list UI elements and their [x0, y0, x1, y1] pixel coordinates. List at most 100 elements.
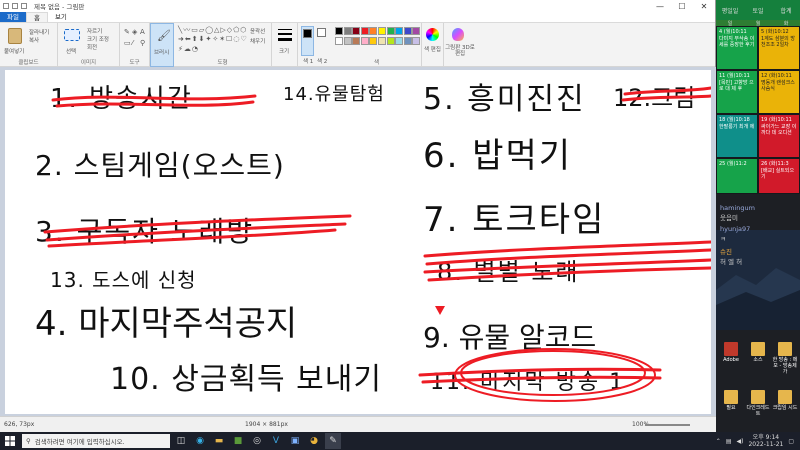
strike-line	[55, 100, 255, 108]
select-icon[interactable]	[64, 29, 80, 41]
calendar-cell[interactable]: 19 (화)10:11 싸이가느 교장 이 까다 데 오디션	[758, 114, 800, 158]
calendar-cell[interactable]: 12 (화)10:11 명동개 랜섬크스 사슴식	[758, 70, 800, 114]
cut-button[interactable]: 잘라내기	[29, 28, 49, 36]
outline-button[interactable]: 윤곽선	[250, 27, 265, 35]
start-button[interactable]	[0, 432, 20, 450]
explorer-icon[interactable]: ▬	[211, 433, 227, 449]
palette-swatch[interactable]	[378, 27, 386, 35]
palette-swatch[interactable]	[386, 27, 395, 35]
taskbar-search[interactable]: ⚲ 검색하려면 여기에 입력하십시오.	[22, 434, 170, 448]
paste-button[interactable]: 붙여넣기	[4, 47, 24, 55]
color1-button[interactable]	[301, 26, 314, 56]
desktop-icon[interactable]: 소스	[745, 342, 771, 363]
picker-icon[interactable]: ⁄	[132, 39, 133, 47]
resize-button[interactable]: 크기 조정	[87, 35, 109, 43]
paint3d-button: 그림판 3D로 편집	[445, 45, 475, 57]
palette-swatch[interactable]	[352, 37, 361, 45]
palette-swatch[interactable]	[352, 27, 361, 35]
network-icon[interactable]: ▤	[726, 438, 732, 445]
palette-swatch[interactable]	[412, 37, 421, 45]
adobe-icon	[724, 342, 738, 356]
palette-swatch[interactable]	[335, 27, 343, 35]
cal-date: 12 (화)10:11	[761, 73, 792, 79]
volume-icon[interactable]: ◀)	[736, 438, 743, 445]
calendar-cell[interactable]: 18 (월)10:18 한팔롱기 최개 에	[716, 114, 758, 158]
shapes-gallery-row3-icon[interactable]: ⚡☁◔	[178, 45, 199, 53]
notifications-icon[interactable]: ▢	[788, 438, 794, 445]
windows-icon	[5, 436, 15, 446]
palette-swatch[interactable]	[335, 37, 343, 45]
desktop-icon[interactable]: 다인크레드트	[745, 390, 771, 417]
brush-icon: 🖌	[157, 29, 171, 42]
folder-icon	[778, 390, 792, 404]
minimize-icon[interactable]: —	[649, 2, 671, 11]
calendar-cell[interactable]: 11 (월)10:11 [목민] 고향방 으로 대 제 후	[716, 70, 758, 114]
calendar-cell[interactable]: 5 (화)10:12 1계도 삼분의 방 천조조 2일차	[758, 26, 800, 70]
fill-icon[interactable]: ◈	[132, 28, 137, 36]
clock[interactable]: 오후 9:14 2022-11-21	[748, 434, 783, 448]
shapes-gallery-icon[interactable]: ╲〰▭▱◯△▷◇⬠⬡	[178, 25, 247, 35]
palette-swatch[interactable]	[412, 27, 421, 35]
redo-icon[interactable]	[21, 3, 27, 9]
tab-file[interactable]: 파일	[0, 12, 26, 22]
text-icon[interactable]: A	[140, 28, 145, 36]
palette-swatch[interactable]	[403, 27, 412, 35]
color2-swatch[interactable]	[317, 28, 326, 37]
palette-swatch[interactable]	[403, 37, 412, 45]
zoom-slider[interactable]	[645, 424, 690, 426]
app-icon[interactable]: ▣	[287, 433, 303, 449]
maximize-icon[interactable]: ☐	[671, 2, 693, 11]
magnifier-icon[interactable]: ⚲	[140, 39, 145, 47]
fill-button[interactable]: 채우기	[250, 37, 265, 45]
desktop-icon[interactable]: 한 방송 : 메모 - 방송제가	[772, 342, 798, 375]
group-brush[interactable]: 🖌 브러시	[150, 23, 174, 67]
palette-swatch[interactable]	[386, 37, 395, 45]
paint-icon[interactable]: ✎	[325, 433, 341, 449]
select-button[interactable]: 선택	[66, 47, 76, 55]
task-view-icon[interactable]: ◫	[173, 433, 189, 449]
desktop-icon[interactable]: Adobe	[718, 342, 744, 363]
palette-swatch[interactable]	[395, 27, 404, 35]
chrome-icon[interactable]: ◕	[306, 433, 322, 449]
save-icon[interactable]	[3, 3, 9, 9]
obs-icon[interactable]: ◎	[249, 433, 265, 449]
edge-icon[interactable]: ◉	[192, 433, 208, 449]
palette-swatch[interactable]	[360, 37, 369, 45]
drawing-canvas[interactable]: 1. 방송시간 14.유물탐험 5. 흥미진진 12.그림 2. 스팀게임(오스…	[5, 70, 711, 414]
calendar-cell[interactable]: 26 (화)11:3 [배교] 실트되으기	[758, 158, 800, 194]
calendar-row: 4 (월)10:11 다미지 부삭송 이세를 중장한 후기 5 (화)10:12 1…	[716, 26, 800, 70]
calendar-cell[interactable]: 4 (월)10:11 다미지 부삭송 이세를 중장한 후기	[716, 26, 758, 70]
rotate-button[interactable]: 회전	[87, 43, 97, 51]
desktop-icon[interactable]: 필요	[718, 390, 744, 411]
palette-swatch[interactable]	[343, 37, 352, 45]
group-color-select: 색 1 색 2	[298, 23, 332, 67]
pencil-icon[interactable]: ✎	[124, 28, 130, 36]
eraser-icon[interactable]: ▭	[124, 39, 131, 47]
group-shapes: ╲〰▭▱◯△▷◇⬠⬡ ➜⬅⬆⬇✦✧✶☐◌♡ ⚡☁◔ 윤곽선 채우기 도형	[174, 23, 272, 67]
vegas-icon[interactable]: V	[268, 433, 284, 449]
shapes-gallery-row2-icon[interactable]: ➜⬅⬆⬇✦✧✶☐◌♡	[178, 35, 248, 43]
undo-icon[interactable]	[12, 3, 18, 9]
group-paint3d[interactable]: 그림판 3D로 편집	[444, 23, 475, 67]
palette-swatch[interactable]	[343, 27, 352, 35]
tab-view[interactable]: 보기	[48, 12, 74, 22]
tray-up-icon[interactable]: ⌃	[716, 438, 721, 445]
chat-message: 허 엘 허	[720, 258, 743, 266]
palette-swatch[interactable]	[369, 27, 378, 35]
palette-swatch[interactable]	[360, 27, 369, 35]
group-size[interactable]: 크기	[272, 23, 298, 67]
tab-home[interactable]: 홈	[25, 12, 48, 22]
copy-button[interactable]: 복사	[29, 36, 39, 44]
calendar-cell[interactable]: 25 (월)11:2	[716, 158, 758, 194]
group-edit-colors[interactable]: 색 편집	[422, 23, 444, 67]
palette-swatch[interactable]	[369, 37, 378, 45]
cal-date: 19 (화)10:11	[761, 117, 792, 123]
close-icon[interactable]: ✕	[693, 2, 715, 11]
screen: 제목 없음 - 그림판 — ☐ ✕ 파일 홈 보기 붙여넣기 잘라내기 복사 클…	[0, 0, 800, 450]
crop-button[interactable]: 자르기	[87, 27, 102, 35]
palette-swatch[interactable]	[395, 37, 404, 45]
paste-icon[interactable]	[8, 28, 22, 44]
palette-swatch[interactable]	[378, 37, 386, 45]
minecraft-icon[interactable]: ■	[230, 433, 246, 449]
desktop-icon[interactable]: 크립임 시드	[772, 390, 798, 411]
